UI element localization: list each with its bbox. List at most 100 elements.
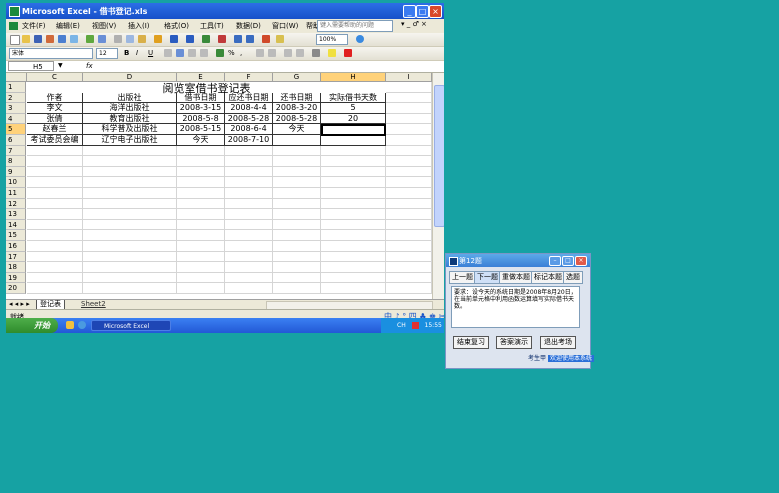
cell-d13[interactable] — [83, 209, 177, 220]
cell-h9[interactable] — [321, 166, 386, 178]
row-header-4[interactable]: 4 — [6, 113, 26, 125]
column-header-c[interactable]: C — [27, 73, 83, 82]
row-header-16[interactable]: 16 — [6, 241, 26, 252]
cell-i3[interactable] — [386, 103, 432, 114]
cell-d12[interactable] — [83, 198, 177, 210]
cell-i10[interactable] — [386, 177, 432, 188]
cell-h17[interactable] — [321, 251, 386, 263]
row-header-7[interactable]: 7 — [6, 145, 26, 157]
row-header-14[interactable]: 14 — [6, 219, 26, 231]
decrease-indent-icon[interactable] — [284, 49, 292, 57]
borders-icon[interactable] — [312, 49, 320, 57]
decrease-decimal-icon[interactable] — [268, 49, 276, 57]
cell-g9[interactable] — [273, 166, 321, 178]
exam-title-bar[interactable]: 第12题 – □ × — [446, 254, 590, 267]
row-header-3[interactable]: 3 — [6, 103, 26, 114]
cell-h4[interactable]: 20 — [321, 113, 386, 125]
sort-ascending-icon[interactable] — [234, 35, 242, 43]
cell-h15[interactable] — [321, 230, 386, 241]
exit-exam-button[interactable]: 退出考场 — [540, 336, 576, 349]
cell-d3[interactable]: 海洋出版社 — [83, 103, 177, 114]
cell-e15[interactable] — [177, 230, 225, 241]
workbook-icon[interactable] — [9, 22, 18, 30]
choose-question-button[interactable]: 选题 — [563, 271, 583, 284]
minimize-button[interactable]: _ — [403, 5, 416, 18]
cell-h20[interactable] — [321, 283, 386, 294]
cell-g5[interactable]: 今天 — [273, 124, 321, 135]
cell-d4[interactable]: 教育出版社 — [83, 113, 177, 125]
cell-i20[interactable] — [386, 283, 432, 294]
redo-icon[interactable] — [186, 35, 194, 43]
row-header-1[interactable]: 1 — [6, 82, 26, 93]
cell-h6[interactable] — [321, 135, 386, 146]
row-header-6[interactable]: 6 — [6, 135, 26, 146]
cell-f13[interactable] — [225, 209, 273, 220]
cell-c20[interactable] — [27, 283, 83, 294]
cell-c16[interactable] — [27, 241, 83, 252]
cell-d14[interactable] — [83, 219, 177, 231]
cell-i2[interactable] — [386, 92, 432, 104]
column-header-h[interactable]: H — [321, 73, 386, 82]
help-search-input[interactable]: 键入需要帮助的问题 — [317, 20, 393, 32]
save-icon[interactable] — [34, 35, 42, 43]
select-all-corner[interactable] — [6, 73, 27, 82]
menu-insert[interactable]: 插入(I) — [128, 21, 150, 31]
worksheet-grid[interactable]: C D E F G H I 1 2 3 4 5 6 7 8 9 10 11 12 13 14 15 16 17 1… — [6, 73, 444, 299]
increase-decimal-icon[interactable] — [256, 49, 264, 57]
cell-d18[interactable] — [83, 262, 177, 273]
cell-c3[interactable]: 李文 — [27, 103, 83, 114]
taskbar-excel-button[interactable]: Microsoft Excel — [91, 320, 171, 331]
cell-d5[interactable]: 科学普及出版社 — [83, 124, 177, 135]
cell-d8[interactable] — [83, 156, 177, 167]
italic-icon[interactable]: I — [136, 49, 144, 57]
cell-d7[interactable] — [83, 145, 177, 157]
excel-title-bar[interactable]: Microsoft Excel - 借书登记.xls _ □ × — [6, 3, 444, 19]
row-header-10[interactable]: 10 — [6, 177, 26, 188]
cell-d15[interactable] — [83, 230, 177, 241]
row-header-5[interactable]: 5 — [6, 124, 26, 135]
cell-c17[interactable] — [27, 251, 83, 263]
language-indicator[interactable]: CH — [397, 322, 406, 329]
cell-c9[interactable] — [27, 166, 83, 178]
print-preview-icon[interactable] — [70, 35, 78, 43]
cell-g20[interactable] — [273, 283, 321, 294]
row-header-20[interactable]: 20 — [6, 283, 26, 294]
cell-g17[interactable] — [273, 251, 321, 263]
drawing-icon[interactable] — [276, 35, 284, 43]
merge-center-icon[interactable] — [200, 49, 208, 57]
cell-f20[interactable] — [225, 283, 273, 294]
cell-e12[interactable] — [177, 198, 225, 210]
cell-i6[interactable] — [386, 135, 432, 146]
cell-h12[interactable] — [321, 198, 386, 210]
format-painter-icon[interactable] — [154, 35, 162, 43]
cell-g14[interactable] — [273, 219, 321, 231]
cell-g6[interactable] — [273, 135, 321, 146]
close-button[interactable]: × — [429, 5, 442, 18]
menu-view[interactable]: 视图(V) — [92, 21, 116, 31]
cell-h16[interactable] — [321, 241, 386, 252]
autosum-icon[interactable] — [218, 35, 226, 43]
cell-d6[interactable]: 辽宁电子出版社 — [83, 135, 177, 146]
fill-color-icon[interactable] — [328, 49, 336, 57]
cell-h8[interactable] — [321, 156, 386, 167]
cell-f15[interactable] — [225, 230, 273, 241]
cell-i4[interactable] — [386, 113, 432, 125]
cell-i11[interactable] — [386, 188, 432, 199]
cell-h11[interactable] — [321, 188, 386, 199]
cell-g11[interactable] — [273, 188, 321, 199]
cell-h18[interactable] — [321, 262, 386, 273]
menu-tools[interactable]: 工具(T) — [200, 21, 224, 31]
permission-icon[interactable] — [46, 35, 54, 43]
print-icon[interactable] — [58, 35, 66, 43]
cell-f12[interactable] — [225, 198, 273, 210]
row-header-17[interactable]: 17 — [6, 251, 26, 263]
font-size-select[interactable]: 12 — [96, 48, 118, 59]
cell-c13[interactable] — [27, 209, 83, 220]
menu-format[interactable]: 格式(O) — [164, 21, 189, 31]
undo-icon[interactable] — [170, 35, 178, 43]
answer-demo-button[interactable]: 答案演示 — [496, 336, 532, 349]
chart-wizard-icon[interactable] — [262, 35, 270, 43]
cell-i12[interactable] — [386, 198, 432, 210]
cell-c10[interactable] — [27, 177, 83, 188]
cell-d17[interactable] — [83, 251, 177, 263]
